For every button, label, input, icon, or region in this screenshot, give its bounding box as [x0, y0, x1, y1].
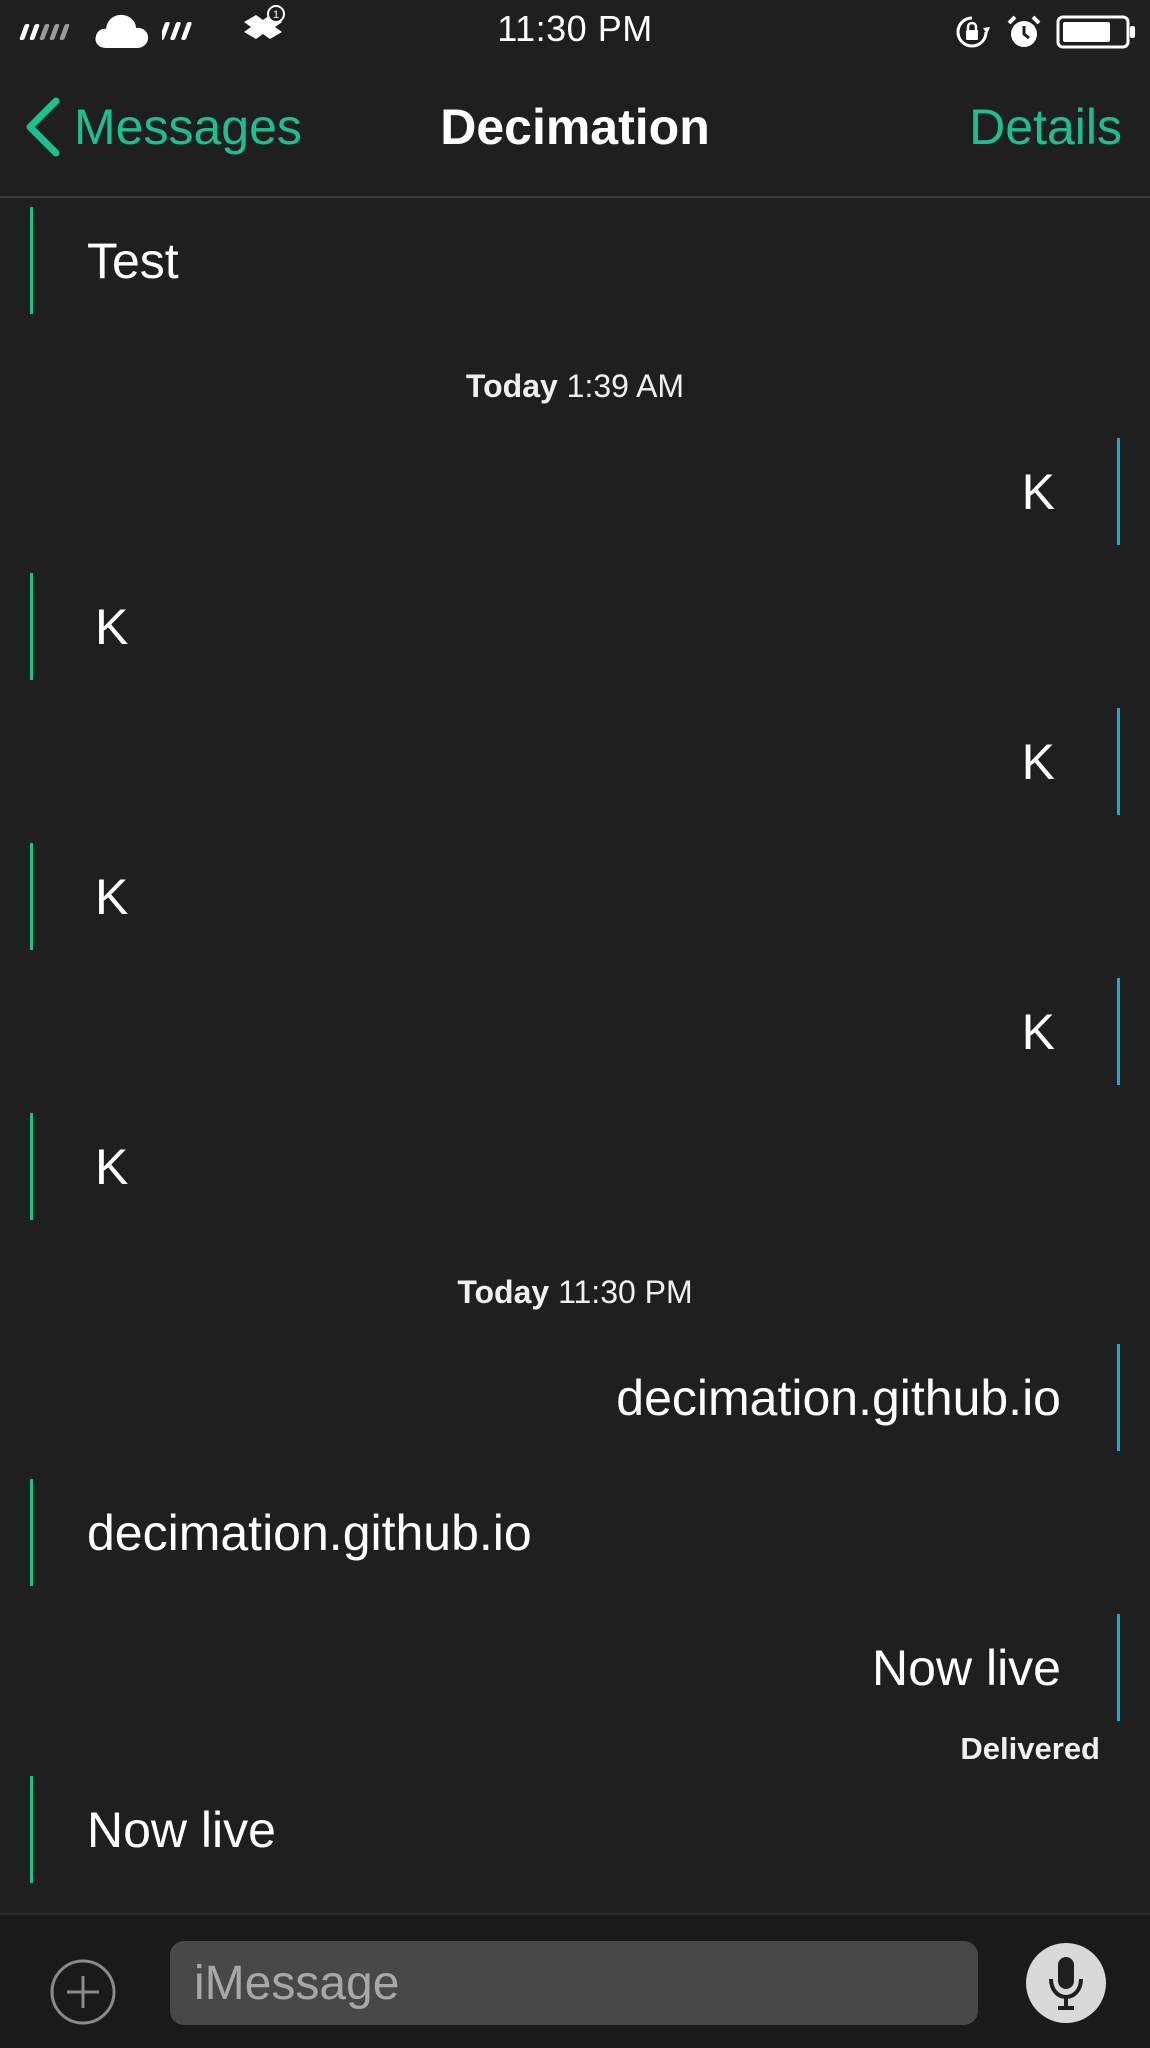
battery-icon — [1056, 15, 1135, 49]
timestamp: Today 1:39 AM — [0, 368, 1150, 405]
delivered-status: Delivered — [960, 1731, 1100, 1766]
outgoing-message[interactable]: K — [1022, 708, 1120, 815]
timestamp-time: 1:39 AM — [566, 368, 685, 404]
compose-bar — [0, 1913, 1150, 2048]
outgoing-message[interactable]: Now live — [872, 1614, 1120, 1721]
microphone-icon — [1049, 1957, 1083, 2010]
back-label: Messages — [74, 99, 302, 155]
message-text: decimation.github.io — [616, 1369, 1061, 1426]
message-text: Now live — [87, 1801, 276, 1858]
rotation-lock-icon — [956, 16, 990, 48]
message-text: K — [95, 1138, 129, 1195]
add-attachment-button[interactable] — [50, 1959, 116, 2025]
message-text: Now live — [872, 1639, 1061, 1696]
message-text: K — [1021, 733, 1055, 790]
message-text: decimation.github.io — [87, 1504, 532, 1561]
imessage-input[interactable] — [170, 1941, 978, 2025]
timestamp-day: Today — [465, 368, 558, 404]
message-list[interactable]: Test Today 1:39 AM K K K K K K Today 11:… — [0, 198, 1150, 1913]
incoming-message[interactable]: K — [30, 843, 128, 950]
timestamp-day: Today — [457, 1274, 550, 1310]
message-text: K — [1021, 463, 1055, 520]
incoming-message[interactable]: decimation.github.io — [30, 1479, 532, 1586]
timestamp: Today 11:30 PM — [0, 1274, 1150, 1311]
chevron-left-icon — [26, 97, 60, 157]
navigation-bar: Messages Decimation Details — [0, 62, 1150, 198]
outgoing-message[interactable]: K — [1022, 438, 1120, 545]
incoming-message[interactable]: Test — [30, 207, 179, 314]
back-button[interactable]: Messages — [22, 92, 302, 162]
message-text: Test — [87, 232, 179, 289]
incoming-message[interactable]: Now live — [30, 1776, 276, 1883]
incoming-message[interactable]: K — [30, 573, 128, 680]
message-text: K — [95, 868, 129, 925]
outgoing-message[interactable]: K — [1022, 978, 1120, 1085]
message-text: K — [1021, 1003, 1055, 1060]
details-button[interactable]: Details — [969, 98, 1122, 156]
timestamp-time: 11:30 PM — [558, 1274, 693, 1310]
status-bar: 1 11:30 PM — [0, 0, 1150, 62]
incoming-message[interactable]: K — [30, 1113, 128, 1220]
outgoing-message[interactable]: decimation.github.io — [616, 1344, 1120, 1451]
alarm-icon — [1007, 15, 1041, 47]
message-text: K — [95, 598, 129, 655]
microphone-button[interactable] — [1026, 1943, 1106, 2023]
